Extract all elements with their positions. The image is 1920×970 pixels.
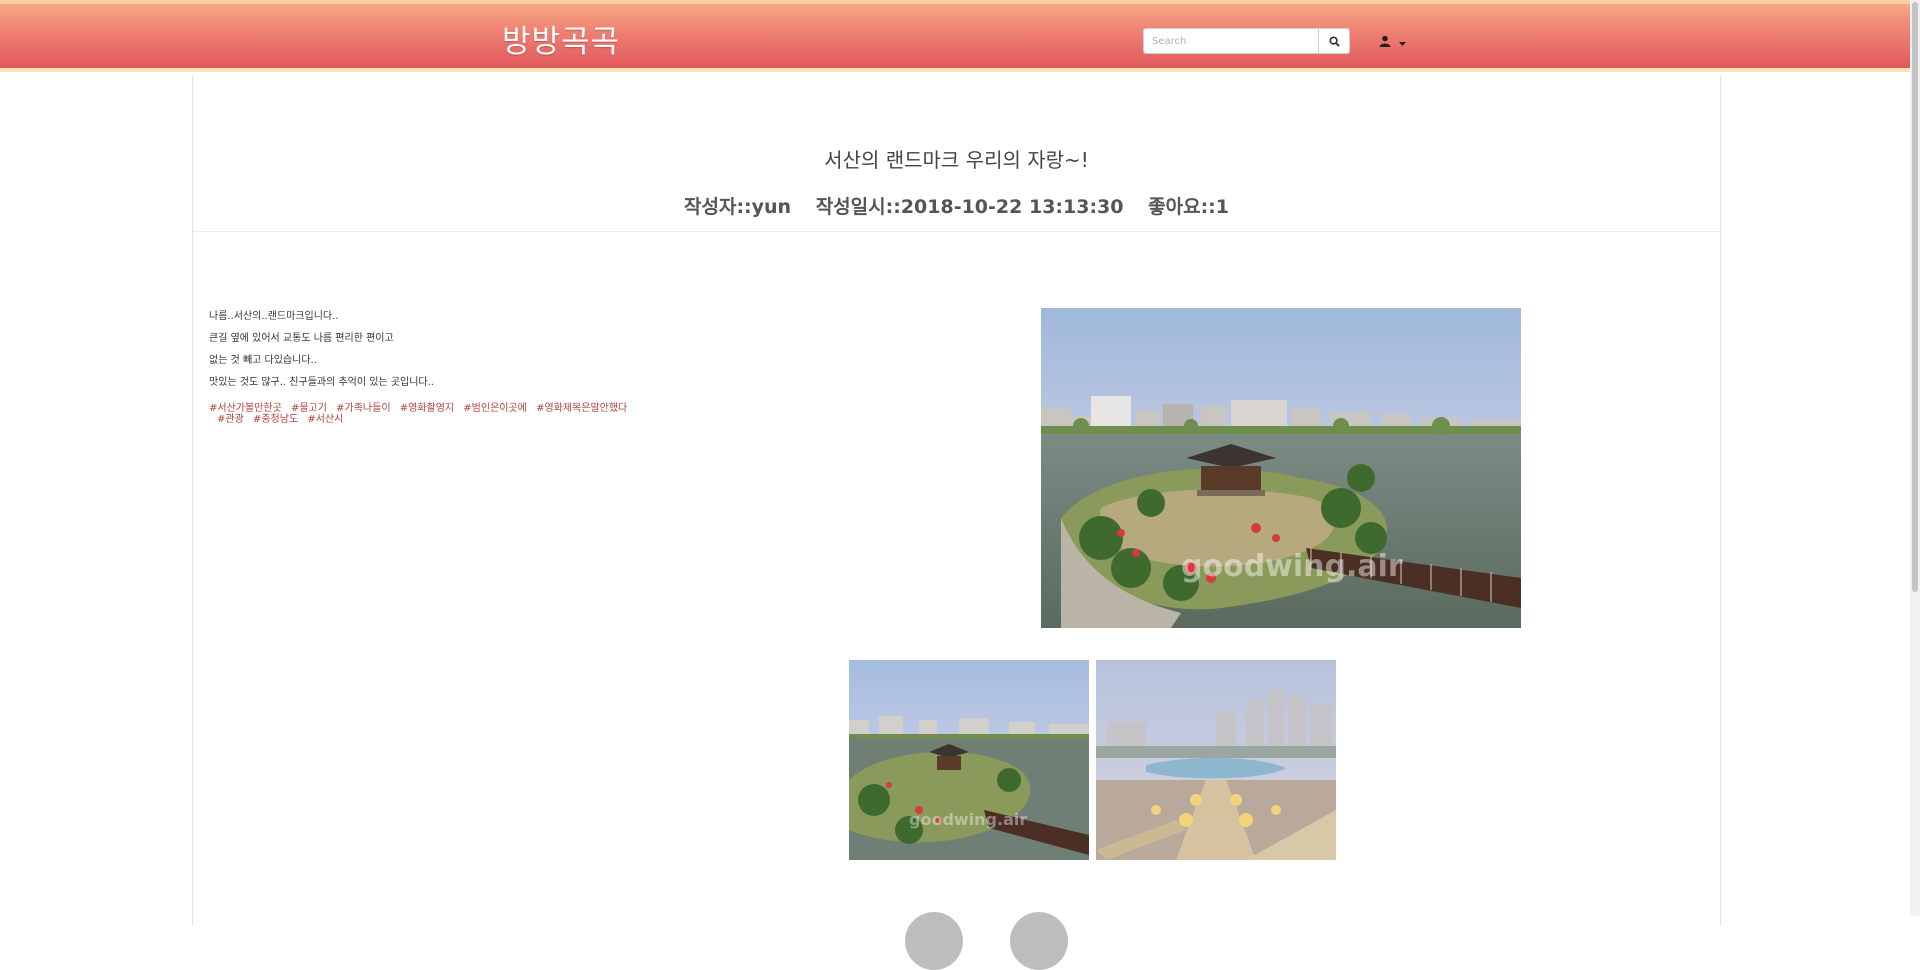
tag-link[interactable]: #물고기 [291,403,327,414]
user-icon [1379,32,1391,51]
tag-link[interactable]: #영화제목은말안했다 [536,403,627,414]
post-author: 작성자::yun [684,196,792,218]
post-line: 나름..서산의..랜드마크입니다.. [209,311,339,322]
main-photo[interactable]: goodwing.air [1041,308,1521,628]
search-icon [1328,32,1340,51]
brand-logo[interactable]: 방방곡곡 [502,16,620,61]
post-date: 작성일시::2018-10-22 13:13:30 [815,196,1124,218]
thumbnail-1[interactable]: goodwing.air [849,660,1089,860]
post-body: 나름..서산의..랜드마크입니다.. 큰길 옆에 있어서 교통도 나름 편리한 … [209,306,434,394]
post-title: 서산의 랜드마크 우리의 자랑~! [824,148,1089,172]
scrollbar-thumb[interactable] [1912,2,1918,592]
watermark-text: goodwing.air [1181,549,1403,584]
post-line: 큰길 옆에 있어서 교통도 나름 편리한 편이고 [209,333,394,344]
search-input[interactable] [1143,28,1319,54]
carousel-prev-button[interactable] [905,912,963,970]
watermark-text: goodwing.air [909,810,1027,829]
post-meta: 작성자::yun 작성일시::2018-10-22 13:13:30 좋아요::… [193,192,1720,219]
navbar: 방방곡곡 [0,0,1910,72]
post-tags: #서산가볼만한곳 #물고기 #가족나들이 #영화촬영지 #범인은이곳에 #영화제… [209,403,669,425]
thumbnail-2[interactable] [1096,660,1336,860]
carousel-next-button[interactable] [1010,912,1068,970]
user-dropdown[interactable] [1368,28,1416,54]
tags-row: #서산가볼만한곳 #물고기 #가족나들이 #영화촬영지 #범인은이곳에 #영화제… [209,403,669,414]
post-line: 맛있는 것도 많구.. 친구들과의 추억이 있는 곳입니다.. [209,377,434,388]
tag-link[interactable]: #서산시 [307,414,343,425]
tag-link[interactable]: #영화촬영지 [400,403,454,414]
tags-row: #관광 #충청남도 #서산시 [209,414,669,425]
tag-link[interactable]: #가족나들이 [336,403,390,414]
tag-link[interactable]: #충청남도 [253,414,298,425]
tag-link[interactable]: #범인은이곳에 [463,403,527,414]
post-likes[interactable]: 좋아요::1 [1148,196,1229,218]
post-line: 없는 것 빼고 다있습니다.. [209,355,317,366]
tag-link[interactable]: #서산가볼만한곳 [209,403,282,414]
tag-link[interactable]: #관광 [217,414,244,425]
caret-down-icon [1398,32,1406,51]
search-button[interactable] [1318,28,1350,54]
post-heading: 서산의 랜드마크 우리의 자랑~! 작성자::yun 작성일시::2018-10… [193,76,1720,232]
